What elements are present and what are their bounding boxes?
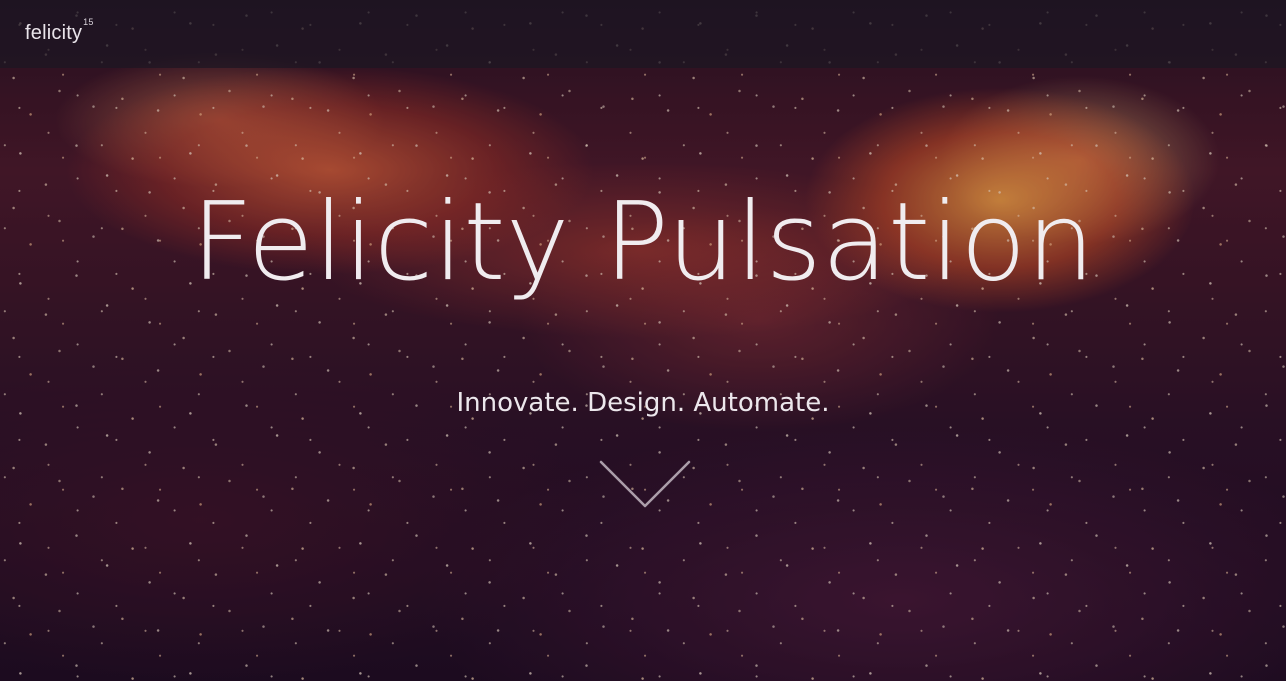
logo-superscript: 15: [83, 17, 94, 28]
hero-title: Felicity Pulsation: [191, 180, 1095, 305]
scroll-down-button[interactable]: [598, 458, 692, 512]
background-overlay: [0, 0, 1286, 681]
landing-page: felicity15 Felicity Pulsation Innovate. …: [0, 0, 1286, 681]
site-logo[interactable]: felicity15: [25, 17, 94, 45]
logo-text: felicity: [25, 22, 83, 44]
hero-subtitle: Innovate. Design. Automate.: [456, 388, 830, 418]
top-navbar: felicity15: [0, 0, 1286, 68]
chevron-down-icon: [599, 460, 691, 508]
